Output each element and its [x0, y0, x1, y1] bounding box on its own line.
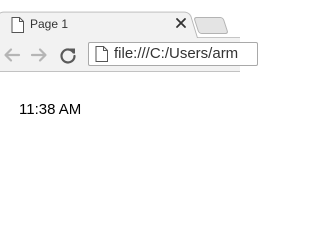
page-content: 11:38 AM — [0, 72, 240, 210]
browser-window: Page 1 file:///C:/Users/arm 11:38 AM — [0, 0, 258, 210]
back-arrow-icon[interactable] — [1, 44, 23, 66]
tab-page-1[interactable]: Page 1 — [0, 10, 198, 38]
toolbar: file:///C:/Users/arm — [0, 38, 258, 72]
close-icon[interactable] — [174, 16, 188, 30]
page-icon — [11, 17, 24, 33]
address-bar[interactable]: file:///C:/Users/arm — [88, 42, 258, 66]
tab-title: Page 1 — [30, 17, 69, 31]
tab-strip: Page 1 — [0, 0, 240, 38]
new-tab-button[interactable] — [193, 17, 229, 34]
time-text: 11:38 AM — [19, 101, 82, 118]
url-text[interactable]: file:///C:/Users/arm — [114, 45, 238, 62]
reload-icon[interactable] — [57, 44, 79, 66]
forward-arrow-icon[interactable] — [28, 44, 50, 66]
page-icon — [95, 46, 108, 62]
